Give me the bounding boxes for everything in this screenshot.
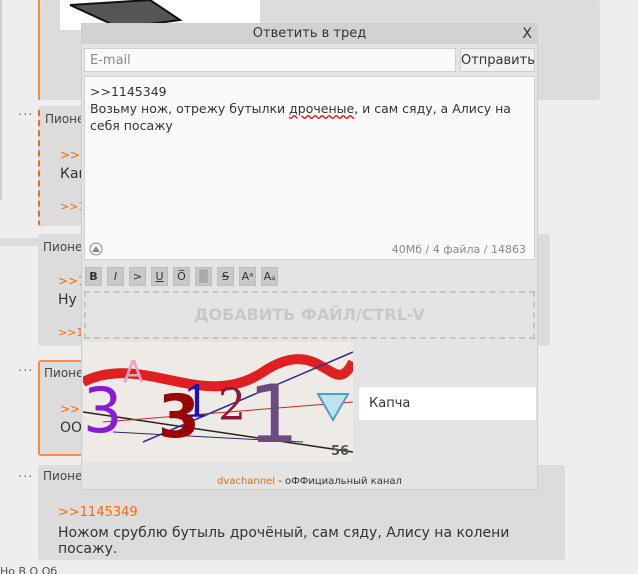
strike-button[interactable]: S	[217, 267, 234, 286]
captcha-glyph: 3	[83, 374, 122, 447]
captcha-glyph: 1	[183, 377, 211, 428]
divider	[0, 238, 38, 246]
underline-button[interactable]: U	[151, 267, 168, 286]
spoiler-button[interactable]: █	[195, 267, 212, 286]
modal-title: Ответить в тред	[252, 26, 367, 41]
captcha-glyph: 1	[248, 368, 299, 461]
channel-promo: dvachannel - оФФициальный канал	[82, 476, 537, 487]
subscript-button[interactable]: Aₐ	[261, 267, 278, 286]
captcha-glyph: A	[123, 355, 144, 390]
quote-button[interactable]: >	[129, 267, 146, 286]
post-author: Пионе	[43, 240, 83, 254]
misspelled-word: дроченые	[289, 101, 355, 116]
superscript-button[interactable]: Aᵃ	[239, 267, 256, 286]
upload-icon[interactable]	[89, 242, 103, 256]
message-text-part: Возьму нож, отрежу бутылки	[90, 101, 290, 116]
captcha-diamond-icon	[316, 393, 350, 423]
reply-modal: Ответить в тред X Отправить >>1145349 Во…	[81, 23, 538, 490]
post-menu-icon[interactable]: ···	[18, 108, 33, 123]
post-reply-link-2[interactable]: >>1	[58, 326, 83, 339]
captcha-graphic: 3 3 1 2 1 A 56	[83, 351, 353, 461]
captcha-input[interactable]	[358, 386, 537, 421]
close-icon[interactable]: X	[522, 24, 532, 44]
post-author: Пионе	[43, 469, 83, 483]
send-button[interactable]: Отправить	[460, 48, 535, 72]
footer-nav[interactable]: Но В О Об	[0, 565, 638, 574]
post-author: Пионе	[45, 112, 85, 126]
format-toolbar: B I > U O̅ █ S Aᵃ Aₐ	[85, 267, 278, 287]
modal-header[interactable]: Ответить в тред X	[82, 24, 537, 44]
italic-button[interactable]: I	[107, 267, 124, 286]
email-field[interactable]	[84, 48, 456, 72]
post-text: ОО	[60, 420, 83, 436]
post-menu-icon[interactable]: ···	[18, 470, 33, 485]
channel-suffix: - оФФициальный канал	[275, 476, 402, 487]
overline-button[interactable]: O̅	[173, 267, 190, 286]
post-reply-link[interactable]: >>1145349	[58, 505, 138, 520]
message-line-1: >>1145349	[90, 84, 167, 99]
post-text: Ну	[58, 292, 77, 308]
file-dropzone[interactable]: ДОБАВИТЬ ФАЙЛ/CTRL-V	[84, 291, 535, 339]
message-textarea[interactable]: >>1145349 Возьму нож, отрежу бутылки дро…	[84, 76, 535, 260]
post-text: Ножом срублю бутыль дрочёный, сам сяду, …	[58, 525, 510, 557]
file-counter: 40Мб / 4 файла / 14863	[391, 243, 526, 256]
post-author: Пионе	[44, 366, 84, 380]
message-text: >>1145349 Возьму нож, отрежу бутылки дро…	[85, 77, 534, 140]
captcha-image[interactable]: 3 3 1 2 1 A 56	[83, 342, 353, 462]
post-menu-icon[interactable]: ···	[18, 364, 33, 379]
bold-button[interactable]: B	[85, 267, 102, 286]
channel-link[interactable]: dvachannel	[217, 476, 275, 487]
captcha-glyph: 2	[218, 380, 246, 431]
email-row: Отправить	[84, 48, 535, 72]
thread-border	[0, 0, 2, 200]
captcha-number: 56	[331, 444, 349, 459]
message-line-2: Возьму нож, отрежу бутылки дроченые, и с…	[90, 100, 529, 134]
